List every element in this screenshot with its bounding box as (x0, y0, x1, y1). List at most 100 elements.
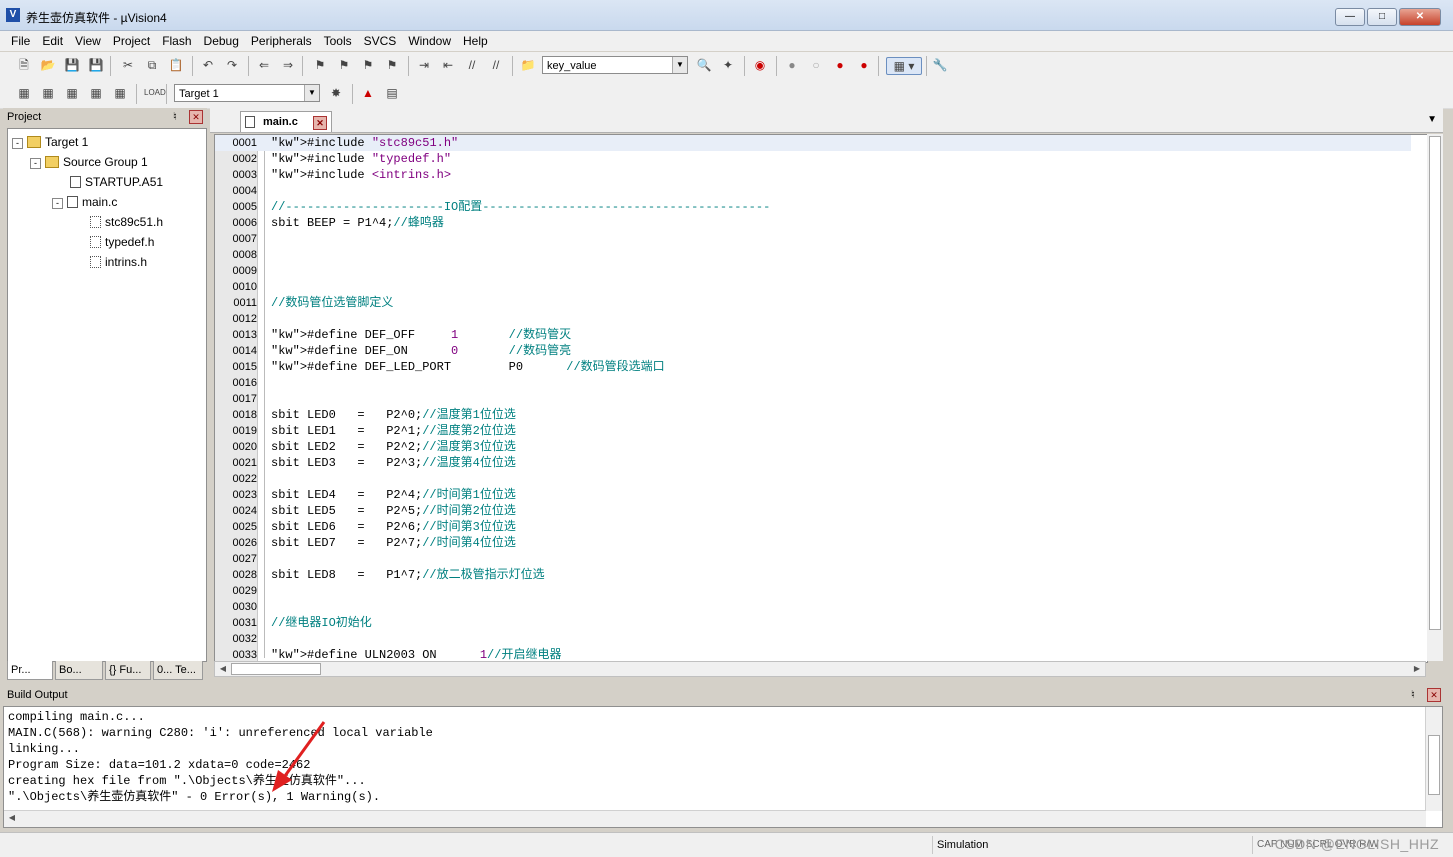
menu-edit[interactable]: Edit (36, 31, 69, 49)
open-file-icon[interactable]: 📂 (40, 57, 56, 73)
build-icon[interactable]: ▦ (40, 85, 56, 101)
nav-back-icon[interactable]: ⇐ (256, 57, 272, 73)
code-line[interactable]: 0005 //----------------------IO配置--------… (215, 199, 1411, 215)
scroll-right-icon[interactable]: ▶ (1410, 662, 1424, 676)
maximize-button[interactable]: □ (1367, 8, 1397, 26)
build-output-vertical-scrollbar[interactable] (1425, 707, 1442, 811)
translate-icon[interactable]: ▦ (16, 85, 32, 101)
code-line[interactable]: 0001 "kw">#include "stc89c51.h" (215, 135, 1411, 151)
multi-project-icon[interactable]: ▤ (384, 85, 400, 101)
copy-icon[interactable]: ⧉ (144, 57, 160, 73)
save-icon[interactable]: 💾 (64, 57, 80, 73)
batch-build-icon[interactable]: ▦ (88, 85, 104, 101)
code-editor[interactable]: - 0001"kw">#include "stc89c51.h"0002"kw"… (214, 134, 1428, 663)
window-layout-icon[interactable]: ▦ ▾ (886, 57, 922, 75)
code-line[interactable]: 0028 sbit LED8 = P1^7;//放二极管指示灯位选 (215, 567, 1411, 583)
tab-functions[interactable]: {} Fu... (105, 661, 151, 680)
code-line[interactable]: 0021 sbit LED3 = P2^3;//温度第4位位选 (215, 455, 1411, 471)
debug-session-icon[interactable]: ◉ (752, 57, 768, 73)
prev-bookmark-icon[interactable]: ⚑ (336, 57, 352, 73)
chevron-down-icon[interactable]: ▼ (304, 85, 319, 101)
tree-include-stc89c51[interactable]: stc89c51.h (90, 213, 163, 231)
undo-icon[interactable]: ↶ (200, 57, 216, 73)
pin-icon[interactable]: ♮ (1411, 688, 1415, 701)
code-line[interactable]: 0013 "kw">#define DEF_OFF 1 //数码管灭 (215, 327, 1411, 343)
code-line[interactable]: 0027 (215, 551, 1411, 567)
unindent-icon[interactable]: ⇤ (440, 57, 456, 73)
menu-window[interactable]: Window (402, 31, 457, 49)
comment-icon[interactable]: // (464, 57, 480, 73)
code-line[interactable]: 0006 sbit BEEP = P1^4;//蜂鸣器 (215, 215, 1411, 231)
collapse-icon[interactable]: - (52, 198, 63, 209)
new-file-icon[interactable]: 🗎 (16, 57, 32, 73)
scroll-left-icon[interactable]: ◀ (5, 811, 19, 825)
kill-breakpoints-icon[interactable]: ● (856, 57, 872, 73)
code-line[interactable]: 0022 (215, 471, 1411, 487)
tree-include-intrins[interactable]: intrins.h (90, 253, 147, 271)
code-line[interactable]: 0018 sbit LED0 = P2^0;//温度第1位位选 (215, 407, 1411, 423)
menu-svcs[interactable]: SVCS (358, 31, 403, 49)
find-icon[interactable]: 🔍 (696, 57, 712, 73)
scroll-left-icon[interactable]: ◀ (216, 662, 230, 676)
code-line[interactable]: 0031 //继电器IO初始化 (215, 615, 1411, 631)
code-line[interactable]: 0030 (215, 599, 1411, 615)
disable-breakpoints-icon[interactable]: ● (832, 57, 848, 73)
indent-icon[interactable]: ⇥ (416, 57, 432, 73)
clear-bookmarks-icon[interactable]: ⚑ (384, 57, 400, 73)
menu-debug[interactable]: Debug (198, 31, 245, 49)
code-line[interactable]: 0029 (215, 583, 1411, 599)
tab-project[interactable]: Pr... (7, 661, 53, 680)
code-line[interactable]: 0025 sbit LED6 = P2^6;//时间第3位位选 (215, 519, 1411, 535)
tab-main-c[interactable]: main.c ✕ (240, 111, 332, 132)
code-line[interactable]: 0008 (215, 247, 1411, 263)
pin-icon[interactable]: ♮ (173, 110, 177, 123)
tree-target[interactable]: - Target 1 (12, 133, 88, 151)
tree-group[interactable]: - Source Group 1 (30, 153, 148, 171)
menu-help[interactable]: Help (457, 31, 494, 49)
cut-icon[interactable]: ✂ (120, 57, 136, 73)
code-line[interactable]: 0009 (215, 263, 1411, 279)
enable-breakpoint-icon[interactable]: ○ (808, 57, 824, 73)
tree-file-startup[interactable]: STARTUP.A51 (70, 173, 163, 191)
menu-file[interactable]: File (5, 31, 36, 49)
code-line[interactable]: 0014 "kw">#define DEF_ON 0 //数码管亮 (215, 343, 1411, 359)
code-line[interactable]: 0015 "kw">#define DEF_LED_PORT P0 //数码管段选… (215, 359, 1411, 375)
manage-project-items-icon[interactable]: ▲ (360, 85, 376, 101)
code-line[interactable]: 0010 (215, 279, 1411, 295)
code-line[interactable]: 0016 (215, 375, 1411, 391)
scroll-thumb[interactable] (231, 663, 321, 675)
scroll-thumb[interactable] (1429, 136, 1441, 630)
menu-flash[interactable]: Flash (156, 31, 197, 49)
editor-vertical-scrollbar[interactable] (1427, 134, 1443, 661)
insert-bookmark-icon[interactable]: ⚑ (312, 57, 328, 73)
menu-project[interactable]: Project (107, 31, 156, 49)
code-line[interactable]: 0026 sbit LED7 = P2^7;//时间第4位位选 (215, 535, 1411, 551)
find-in-files-icon[interactable]: 📁 (520, 57, 536, 73)
insert-breakpoint-icon[interactable]: ● (784, 57, 800, 73)
collapse-icon[interactable]: - (12, 138, 23, 149)
stop-build-icon[interactable]: ▦ (112, 85, 128, 101)
code-line[interactable]: 0004 (215, 183, 1411, 199)
configure-tools-icon[interactable]: 🔧 (932, 57, 948, 73)
code-line[interactable]: 0024 sbit LED5 = P2^5;//时间第2位位选 (215, 503, 1411, 519)
incremental-find-icon[interactable]: ✦ (720, 57, 736, 73)
target-combo[interactable]: Target 1 ▼ (174, 84, 320, 102)
collapse-icon[interactable]: - (30, 158, 41, 169)
rebuild-icon[interactable]: ▦ (64, 85, 80, 101)
editor-horizontal-scrollbar[interactable]: ◀ ▶ (214, 661, 1426, 677)
tree-file-main[interactable]: - main.c (52, 193, 117, 211)
code-line[interactable]: 0019 sbit LED1 = P2^1;//温度第2位位选 (215, 423, 1411, 439)
code-line[interactable]: 0032 (215, 631, 1411, 647)
menu-peripherals[interactable]: Peripherals (245, 31, 318, 49)
code-line[interactable]: 0007 (215, 231, 1411, 247)
save-all-icon[interactable]: 💾 (88, 57, 104, 73)
tab-books[interactable]: Bo... (55, 661, 103, 680)
code-line[interactable]: 0023 sbit LED4 = P2^4;//时间第1位位选 (215, 487, 1411, 503)
paste-icon[interactable]: 📋 (168, 57, 184, 73)
tree-include-typedef[interactable]: typedef.h (90, 233, 154, 251)
code-line[interactable]: 0017 (215, 391, 1411, 407)
code-line[interactable]: 0020 sbit LED2 = P2^2;//温度第3位位选 (215, 439, 1411, 455)
scroll-thumb[interactable] (1428, 735, 1440, 795)
code-line[interactable]: 0003 "kw">#include <intrins.h> (215, 167, 1411, 183)
find-combo[interactable]: key_value ▼ (542, 56, 688, 74)
